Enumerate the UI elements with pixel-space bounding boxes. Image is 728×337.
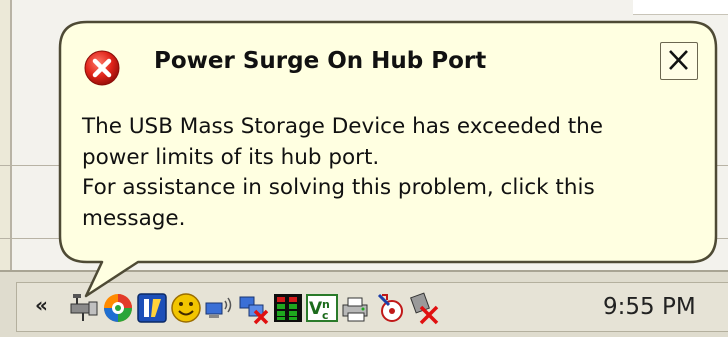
window-left-border: [0, 0, 12, 270]
close-icon: [669, 50, 688, 70]
balloon-body[interactable]: Power Surge On Hub Port The USB Mass Sto…: [60, 20, 716, 262]
message-line: message.: [82, 205, 186, 231]
window-top-strip: [633, 0, 728, 15]
balloon-title: Power Surge On Hub Port: [154, 48, 487, 74]
show-hidden-icons-chevron[interactable]: «: [35, 295, 48, 315]
message-line: power limits of its hub port.: [82, 144, 380, 170]
colorful-swirl-icon[interactable]: [101, 291, 135, 325]
printer-icon[interactable]: [339, 291, 373, 325]
message-line: For assistance in solving this problem, …: [82, 175, 595, 200]
remove-hardware-icon[interactable]: [407, 291, 441, 325]
balloon-message[interactable]: The USB Mass Storage Device has exceeded…: [82, 112, 702, 234]
svg-text:V: V: [309, 299, 323, 319]
wireless-network-icon[interactable]: [203, 291, 237, 325]
taskbar-clock[interactable]: 9:55 PM: [603, 293, 696, 321]
yellow-smiley-icon[interactable]: [169, 291, 203, 325]
close-button[interactable]: [660, 42, 698, 80]
vnc-icon[interactable]: V n c: [305, 291, 339, 325]
bluetooth-device-icon[interactable]: [373, 291, 407, 325]
blue-app-icon[interactable]: [135, 291, 169, 325]
audio-meter-icon[interactable]: [271, 291, 305, 325]
usb-safely-remove-icon[interactable]: [67, 291, 101, 325]
svg-text:c: c: [322, 309, 329, 322]
notification-area: « V n c 9:55 PM: [16, 282, 728, 332]
message-line: The USB Mass Storage Device has exceeded…: [82, 114, 604, 139]
network-disconnected-icon[interactable]: [237, 291, 271, 325]
error-x-icon: [82, 48, 122, 88]
taskbar: « V n c 9:55 PM: [0, 270, 728, 337]
